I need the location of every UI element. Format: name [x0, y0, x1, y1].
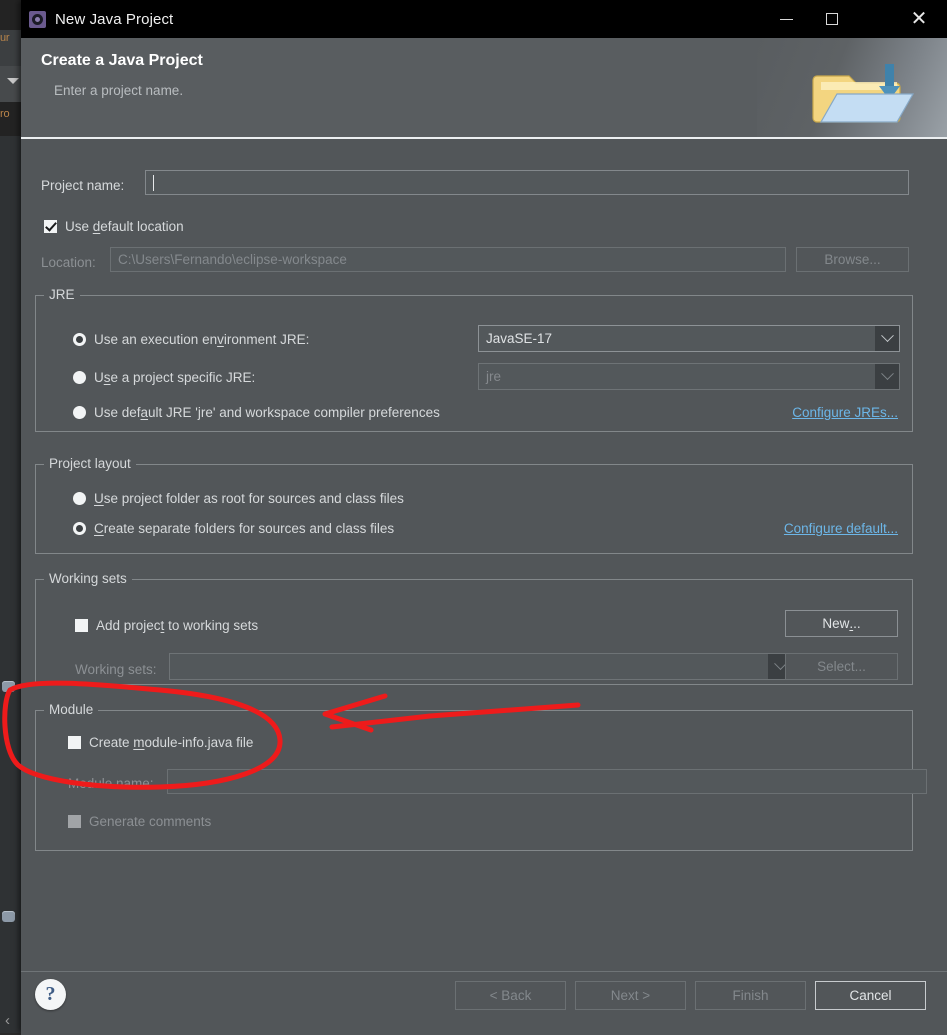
jre-execution-environment-label: Use an execution environment JRE:	[94, 332, 310, 347]
working-sets-label: Working sets:	[75, 662, 157, 677]
working-sets-group: Working sets Add project to working sets…	[35, 571, 913, 685]
module-group: Module Create module-info.java file Modu…	[35, 702, 927, 851]
new-working-set-button[interactable]: New...	[785, 610, 898, 637]
text-caret	[153, 174, 154, 191]
browse-button: Browse...	[796, 247, 909, 272]
dialog-titlebar: New Java Project ✕	[21, 0, 947, 38]
page-title: Create a Java Project	[41, 52, 203, 69]
layout-separate-folders-radio[interactable]	[73, 522, 86, 535]
header-banner	[757, 38, 947, 137]
page-description: Enter a project name.	[54, 83, 184, 98]
generate-comments-row: Generate comments	[68, 814, 211, 829]
project-jre-value: jre	[486, 369, 502, 384]
execution-environment-value: JavaSE-17	[486, 331, 553, 346]
use-default-location-checkbox[interactable]	[44, 220, 57, 233]
jre-default-label: Use default JRE 'jre' and workspace comp…	[94, 405, 440, 420]
add-project-to-working-sets-label: Add project to working sets	[96, 618, 259, 633]
bg-strip	[0, 136, 22, 1033]
project-name-label: Project name:	[41, 178, 125, 193]
layout-project-folder-radio[interactable]	[73, 492, 86, 505]
new-java-project-folder-icon	[812, 64, 915, 123]
configure-jres-link[interactable]: Configure JREs...	[792, 405, 898, 420]
layout-project-folder-label: Use project folder as root for sources a…	[94, 491, 404, 506]
working-sets-group-title: Working sets	[44, 571, 132, 586]
maximize-button[interactable]	[809, 0, 855, 38]
jre-group-title: JRE	[44, 287, 80, 302]
use-default-location-row[interactable]: Use default location	[44, 219, 184, 234]
jre-execution-environment-radio[interactable]	[73, 333, 86, 346]
execution-environment-combo[interactable]: JavaSE-17	[478, 325, 900, 352]
generate-comments-checkbox	[68, 815, 81, 828]
back-button: < Back	[455, 981, 566, 1010]
jre-project-specific-label: Use a project specific JRE:	[94, 370, 256, 385]
working-sets-combo	[169, 653, 793, 680]
location-value: C:\Users\Fernando\eclipse-workspace	[118, 252, 347, 267]
bg-strip	[0, 66, 22, 102]
module-name-input	[167, 769, 927, 794]
close-button[interactable]: ✕	[891, 0, 947, 38]
jre-group: JRE Use an execution environment JRE: Ja…	[35, 287, 913, 432]
bg-strip	[0, 0, 22, 30]
footer-separator	[21, 971, 947, 972]
next-button: Next >	[575, 981, 686, 1010]
bg-marker-icon	[2, 681, 15, 692]
add-project-to-working-sets-row[interactable]: Add project to working sets	[75, 618, 258, 633]
layout-separate-folders-label: Create separate folders for sources and …	[94, 521, 395, 536]
jre-default-radio[interactable]	[73, 406, 86, 419]
layout-option-project-folder[interactable]: Use project folder as root for sources a…	[73, 491, 404, 506]
help-icon[interactable]: ?	[35, 979, 66, 1010]
close-icon: ✕	[910, 8, 928, 30]
chevron-down-icon	[875, 364, 899, 389]
maximize-icon	[826, 13, 838, 25]
location-input: C:\Users\Fernando\eclipse-workspace	[110, 247, 786, 272]
layout-option-separate-folders[interactable]: Create separate folders for sources and …	[73, 521, 394, 536]
project-name-input[interactable]	[145, 170, 909, 195]
dialog-content: Project name: Use default location Locat…	[21, 139, 947, 1035]
jre-project-specific-radio[interactable]	[73, 371, 86, 384]
jre-option-execution-environment[interactable]: Use an execution environment JRE:	[73, 332, 309, 347]
bg-text-fragment-1: ur	[0, 32, 10, 44]
project-layout-group: Project layout Use project folder as roo…	[35, 456, 913, 554]
create-module-info-row[interactable]: Create module-info.java file	[68, 735, 253, 750]
module-name-label: Module name:	[68, 776, 154, 791]
chevron-down-icon[interactable]	[875, 326, 899, 351]
bg-marker-icon	[2, 911, 15, 922]
create-module-info-checkbox[interactable]	[68, 736, 81, 749]
jre-option-default[interactable]: Use default JRE 'jre' and workspace comp…	[73, 405, 440, 420]
jre-option-project-specific[interactable]: Use a project specific JRE:	[73, 370, 255, 385]
minimize-icon	[779, 18, 793, 20]
use-default-location-label: Use default location	[65, 219, 184, 234]
dialog-header: Create a Java Project Enter a project na…	[21, 38, 947, 139]
module-group-title: Module	[44, 702, 99, 717]
bg-caret-icon	[7, 78, 19, 84]
minimize-button[interactable]	[763, 0, 809, 38]
location-label: Location:	[41, 255, 96, 270]
bg-chevron-icon: ‹	[5, 1012, 10, 1029]
window-title: New Java Project	[55, 10, 174, 28]
cancel-button[interactable]: Cancel	[815, 981, 926, 1010]
add-project-to-working-sets-checkbox[interactable]	[75, 619, 88, 632]
create-module-info-label: Create module-info.java file	[89, 735, 254, 750]
project-layout-group-title: Project layout	[44, 456, 136, 471]
generate-comments-label: Generate comments	[89, 814, 212, 829]
select-working-sets-button: Select...	[785, 653, 898, 680]
configure-default-link[interactable]: Configure default...	[784, 521, 898, 536]
bg-text-fragment-2: ro	[0, 108, 10, 120]
project-jre-combo: jre	[478, 363, 900, 390]
eclipse-gear-icon	[29, 10, 46, 28]
finish-button: Finish	[695, 981, 806, 1010]
new-java-project-dialog: New Java Project ✕ Create a Java Project…	[21, 0, 947, 1035]
